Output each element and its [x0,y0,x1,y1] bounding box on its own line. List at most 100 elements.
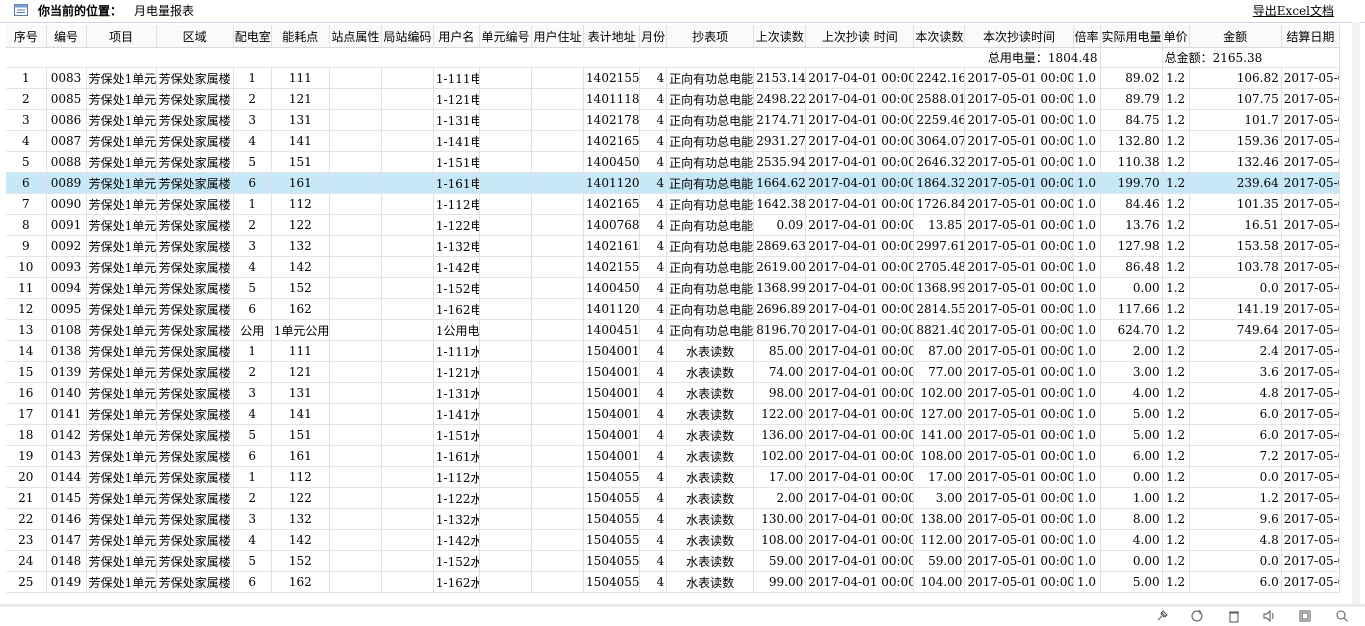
cell-station [381,235,434,257]
table-row[interactable]: 220146芳保处1单元芳保处家属楼3132 1-132水 1504055324水表… [6,508,1340,530]
table-row[interactable]: 230147芳保处1单元芳保处家属楼41421-142水1504055094水表… [6,529,1340,551]
cell-cur: 108.00 [913,445,966,467]
cell-amount: 6.0 [1189,403,1282,425]
column-header[interactable]: 抄表项 [666,25,755,48]
cell-price: 1.2 [1162,403,1190,425]
column-header[interactable]: 结算日期 [1281,25,1340,48]
cell-rate: 1.0 [1073,193,1101,215]
table-row[interactable]: 140138芳保处1单元芳保处家属楼11111-111水1504001824水表… [6,340,1340,362]
table-row[interactable]: 130108芳保处1单元芳保处家属楼公用1单元公用 1公用电 140045144正向… [6,319,1340,341]
cell-code: 0093 [46,256,87,278]
column-header[interactable]: 编号 [46,25,87,48]
column-header[interactable]: 月份 [639,25,668,48]
cell-last: 99.00 [753,571,807,593]
column-header[interactable]: 站点属性 [329,25,382,48]
cell-last_time: 2017-04-01 00:00:00 [805,571,915,593]
table-row[interactable]: 70090芳保处1单元芳保处家属楼1112 1-112电 140216534正向有功… [6,193,1340,215]
cell-usage: 89.79 [1100,88,1163,110]
column-header[interactable]: 单元编号 [479,25,533,48]
cell-project: 芳保处1单元 [86,382,157,404]
trash-icon[interactable] [1226,609,1242,623]
cell-amount: 4.8 [1189,382,1282,404]
column-header[interactable]: 序号 [6,25,47,48]
column-header[interactable]: 上次抄读 时间 [805,25,915,48]
column-header[interactable]: 局站编码 [381,25,434,48]
table-row[interactable]: 120095芳保处1单元芳保处家属楼6162 1-162电 140112024正向有… [6,298,1340,320]
column-header[interactable]: 单价 [1162,25,1190,48]
column-header[interactable]: 倍率 [1073,25,1101,48]
cell-item: 水表读数 [666,445,755,467]
table-row[interactable]: 240148芳保处1单元芳保处家属楼5152 1-152水 1504055194水表… [6,550,1340,572]
column-header[interactable]: 实际用电量 [1100,25,1163,48]
column-header[interactable]: 区域 [156,25,234,48]
cell-station [381,571,434,593]
cell-unit [479,403,533,425]
column-header[interactable]: 金额 [1189,25,1282,48]
table-row[interactable]: 10083芳保处1单元芳保处家属楼11111-111电140215544正向有功… [6,67,1340,89]
column-header[interactable]: 能耗点 [271,25,330,48]
cell-last_time: 2017-04-01 00:00:00 [805,550,915,572]
cell-user: 1-131水 [433,382,480,404]
cell-addr [531,214,585,236]
table-row[interactable]: 150139芳保处1单元芳保处家属楼2121 1-121水 1504001694水表… [6,361,1340,383]
cell-price: 1.2 [1162,172,1190,194]
cell-price: 1.2 [1162,193,1190,215]
column-header[interactable]: 用户名 [433,25,480,48]
table-row[interactable]: 100093芳保处1单元芳保处家属楼41421-142电140215554正向有… [6,256,1340,278]
cell-month: 4 [639,550,668,572]
cell-user: 1-151水 [433,424,480,446]
cell-usage: 3.00 [1100,361,1163,383]
speaker-icon[interactable] [1261,609,1277,623]
window-icon[interactable] [1297,609,1313,623]
table-row[interactable]: 40087芳保处1单元芳保处家属楼41411-141电140216554正向有功… [6,130,1340,152]
column-header[interactable]: 上次读数 [753,25,807,48]
pin-icon[interactable] [1154,609,1170,623]
table-row[interactable]: 30086芳保处1单元芳保处家属楼31311-131电140217804正向有功… [6,109,1340,131]
cell-cur: 138.00 [913,508,966,530]
cell-area: 芳保处家属楼 [156,88,234,110]
cell-usage: 132.80 [1100,130,1163,152]
table-row[interactable]: 210145芳保处1单元芳保处家属楼2122 1-122水 1504055244水表… [6,487,1340,509]
table-row[interactable]: 20085芳保处1单元芳保处家属楼21211-121电140111894正向有功… [6,88,1340,110]
table-row[interactable]: 90092芳保处1单元芳保处家属楼3132 1-132电 140216144正向有功… [6,235,1340,257]
cell-item: 水表读数 [666,508,755,530]
cell-date: 2017-05-01 [1281,88,1340,110]
table-row[interactable]: 50088芳保处1单元芳保处家属楼51511-151电140045024正向有功… [6,151,1340,173]
search-icon[interactable] [1334,609,1350,623]
cell-date: 2017-05-01 [1281,298,1340,320]
cell-date: 2017-05-01 [1281,109,1340,131]
cell-cur_time: 2017-05-01 00:00:00 [964,172,1074,194]
cell-meter: 14021554 [583,67,641,89]
column-header[interactable]: 配电室 [233,25,272,48]
table-row[interactable]: 60089芳保处1单元芳保处家属楼61611-161电140112004正向有功… [6,172,1340,194]
column-header[interactable]: 用户住址 [531,25,585,48]
table-row[interactable]: 110094芳保处1单元芳保处家属楼5152 1-152电 140045044正向有… [6,277,1340,299]
cell-date: 2017-05-01 [1281,550,1340,572]
cell-addr [531,466,585,488]
column-header[interactable]: 本次抄读时间 [964,25,1074,48]
cell-cur: 1368.99 [913,277,966,299]
table-row[interactable]: 80091芳保处1单元芳保处家属楼2122 1-122电 140076804正向有功… [6,214,1340,236]
cell-item: 正向有功总电能 [666,235,755,257]
column-header[interactable]: 表计地址 [583,25,641,48]
table-row[interactable]: 170141芳保处1单元芳保处家属楼41411-141水1504001714水表… [6,403,1340,425]
cell-point: 152 [271,550,330,572]
column-header[interactable]: 项目 [86,25,157,48]
export-excel-link[interactable]: 导出Excel文档 [1253,2,1334,19]
cell-site [329,67,382,89]
cell-unit [479,487,533,509]
vertical-scrollbar[interactable] [1352,22,1360,604]
cell-month: 4 [639,487,668,509]
table-row[interactable]: 200144芳保处1单元芳保处家属楼1112 1-112水 1504055154水表… [6,466,1340,488]
table-row[interactable]: 180142芳保处1单元芳保处家属楼5151 1-151水 1504001664水表… [6,424,1340,446]
cell-last_time: 2017-04-01 00:00:00 [805,151,915,173]
cell-project: 芳保处1单元 [86,214,157,236]
refresh-icon[interactable] [1189,609,1205,623]
cell-meter: 150405519 [583,550,641,572]
table-row[interactable]: 190143芳保处1单元芳保处家属楼6161 1-161水 1504001684水表… [6,445,1340,467]
table-row[interactable]: 250149芳保处1单元芳保处家属楼6162 1-162水 1504055044水表… [6,571,1340,593]
table-row[interactable]: 160140芳保处1单元芳保处家属楼3131 1-131水 1504001844水表… [6,382,1340,404]
cell-seq: 21 [6,487,47,509]
column-header[interactable]: 本次读数 [913,25,966,48]
cell-addr [531,67,585,89]
